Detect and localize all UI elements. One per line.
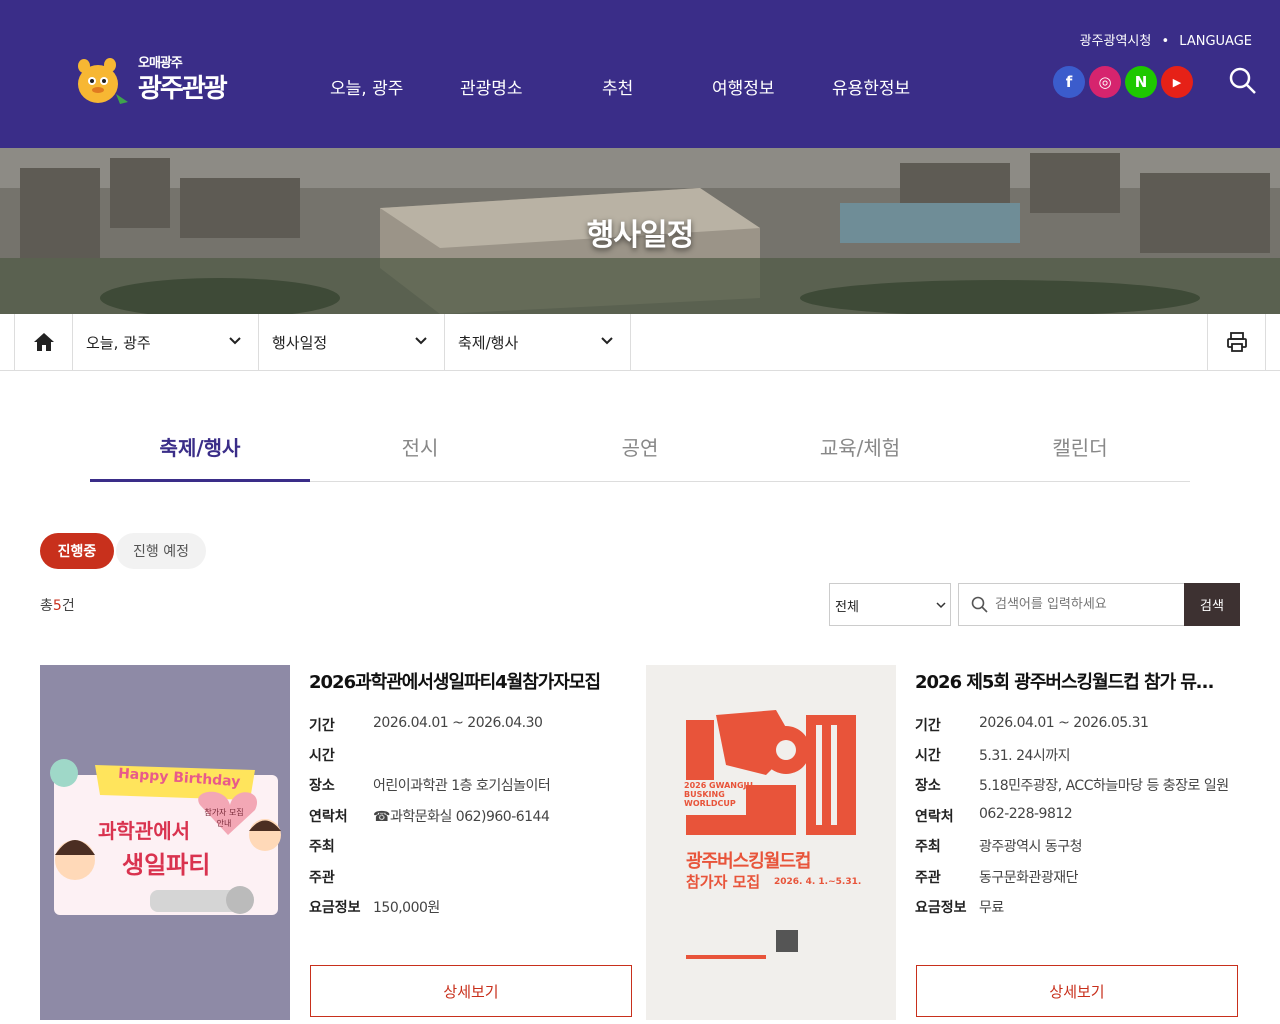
breadcrumb-label-1: 오늘, 광주	[86, 333, 151, 352]
total-suffix: 건	[61, 598, 75, 614]
info-value: 무료	[979, 900, 1004, 916]
site-header: 오매광주 광주관광 오늘, 광주 관광명소 추천 여행정보 유용한정보 광주광역…	[0, 0, 1280, 148]
chevron-down-icon	[229, 337, 241, 345]
site-logo[interactable]: 오매광주 광주관광	[70, 48, 260, 108]
tab-education[interactable]: 교육/체험	[750, 420, 970, 482]
home-icon	[33, 333, 54, 351]
page-title: 행사일정	[586, 218, 694, 253]
breadcrumb: 오늘, 광주 행사일정 축제/행사	[0, 314, 1280, 371]
home-button[interactable]	[14, 314, 73, 370]
info-label: 연락처	[309, 809, 348, 825]
info-label: 주관	[309, 870, 335, 886]
search-box	[958, 583, 1185, 626]
poster-line-2: 광주버스킹월드컵	[686, 851, 811, 872]
nav-item-attractions[interactable]: 관광명소	[460, 74, 523, 99]
total-count: 총5건	[40, 595, 75, 615]
nav-item-useful-info[interactable]: 유용한정보	[832, 74, 910, 99]
status-upcoming-button[interactable]: 진행 예정	[116, 533, 206, 569]
tab-exhibition[interactable]: 전시	[310, 420, 530, 482]
nav-item-recommend[interactable]: 추천	[602, 74, 633, 99]
poster-line-1: 2026 GWANGJU BUSKING WORLDCUP	[684, 781, 754, 808]
info-label: 장소	[915, 778, 941, 794]
event-title-2[interactable]: 2026 제5회 광주버스킹월드컵 참가 뮤지션 모집	[915, 668, 1225, 694]
search-input[interactable]	[995, 584, 1180, 625]
tab-festival[interactable]: 축제/행사	[90, 420, 310, 482]
poster-tag: 참가자 모집안내	[204, 808, 244, 828]
naver-icon[interactable]: N	[1125, 66, 1157, 98]
category-tabs: 축제/행사 전시 공연 교육/체험 캘린더	[90, 420, 1190, 482]
search-icon[interactable]	[1228, 66, 1258, 96]
info-label: 주최	[309, 839, 335, 855]
poster-tag: 2026. 4. 1.~5.31.	[774, 877, 862, 887]
utility-links: 광주광역시청 • LANGUAGE	[1074, 30, 1252, 49]
status-ongoing-button[interactable]: 진행중	[40, 533, 114, 569]
info-label: 요금정보	[309, 900, 361, 916]
info-label: 시간	[915, 748, 941, 764]
info-label: 시간	[309, 748, 335, 764]
poster-line-3: 생일파티	[122, 851, 211, 879]
breadcrumb-label-3: 축제/행사	[458, 333, 519, 352]
info-value: 동구문화관광재단	[979, 870, 1079, 886]
info-label: 주관	[915, 870, 941, 886]
search-icon	[971, 596, 988, 613]
info-value: 2026.04.01 ~ 2026.05.31	[979, 715, 1149, 731]
info-value: 5.18민주광장, ACC하늘마당 등 충장로 일원	[979, 778, 1229, 794]
nav-item-today-gwangju[interactable]: 오늘, 광주	[330, 74, 403, 99]
category-select[interactable]: 전체	[829, 583, 951, 626]
tab-performance[interactable]: 공연	[530, 420, 750, 482]
breadcrumb-dropdown-3[interactable]: 축제/행사	[445, 314, 631, 370]
instagram-icon[interactable]: ◎	[1089, 66, 1121, 98]
total-prefix: 총	[40, 598, 53, 614]
breadcrumb-dropdown-1[interactable]: 오늘, 광주	[73, 314, 259, 370]
info-label: 연락처	[915, 809, 954, 825]
breadcrumb-dropdown-2[interactable]: 행사일정	[259, 314, 445, 370]
total-number: 5	[52, 598, 62, 614]
nav-item-travel-info[interactable]: 여행정보	[712, 74, 775, 99]
detail-button-1[interactable]: 상세보기	[310, 965, 632, 1017]
event-poster-2[interactable]: 2026 GWANGJU BUSKING WORLDCUP 광주버스킹월드컵 참…	[646, 665, 896, 1020]
info-value: 2026.04.01 ~ 2026.04.30	[373, 715, 543, 731]
info-value: 150,000원	[373, 900, 440, 916]
info-value: 어린이과학관 1층 호기심놀이터	[373, 778, 551, 794]
language-link[interactable]: LANGUAGE	[1179, 34, 1252, 49]
info-value: 062-228-9812	[979, 806, 1073, 822]
chevron-down-icon	[601, 337, 613, 345]
info-label: 요금정보	[915, 900, 967, 916]
chevron-down-icon	[415, 337, 427, 345]
city-hall-link[interactable]: 광주광역시청	[1080, 34, 1152, 49]
info-label: 기간	[915, 718, 941, 734]
info-value: 광주광역시 동구청	[979, 839, 1083, 855]
info-label: 기간	[309, 718, 335, 734]
event-title-1[interactable]: 2026과학관에서생일파티4월참가자모집	[309, 668, 629, 694]
info-label: 주최	[915, 839, 941, 855]
mascot-logo-icon	[78, 58, 128, 104]
poster-line-2: 과학관에서	[98, 819, 190, 843]
youtube-icon[interactable]: ▶	[1161, 66, 1193, 98]
poster-illustration	[646, 665, 896, 1020]
info-value: ☎과학문화실 062)960-6144	[373, 809, 550, 825]
event-poster-1[interactable]: Happy Birthday 과학관에서 생일파티 참가자 모집안내	[40, 665, 290, 1020]
chevron-down-icon	[936, 602, 946, 609]
util-separator: •	[1161, 34, 1170, 49]
info-value: 5.31. 24시까지	[979, 748, 1071, 764]
logo-title: 광주관광	[138, 74, 228, 104]
printer-icon	[1226, 332, 1247, 352]
select-value: 전체	[835, 600, 859, 615]
facebook-icon[interactable]: f	[1053, 66, 1085, 98]
detail-button-2[interactable]: 상세보기	[916, 965, 1238, 1017]
search-button[interactable]: 검색	[1184, 583, 1240, 626]
poster-line-3: 참가자 모집	[686, 873, 761, 891]
print-button[interactable]	[1207, 314, 1266, 370]
breadcrumb-label-2: 행사일정	[272, 333, 328, 352]
tab-calendar[interactable]: 캘린더	[970, 420, 1190, 482]
hero-banner: 행사일정	[0, 148, 1280, 314]
info-label: 장소	[309, 778, 335, 794]
